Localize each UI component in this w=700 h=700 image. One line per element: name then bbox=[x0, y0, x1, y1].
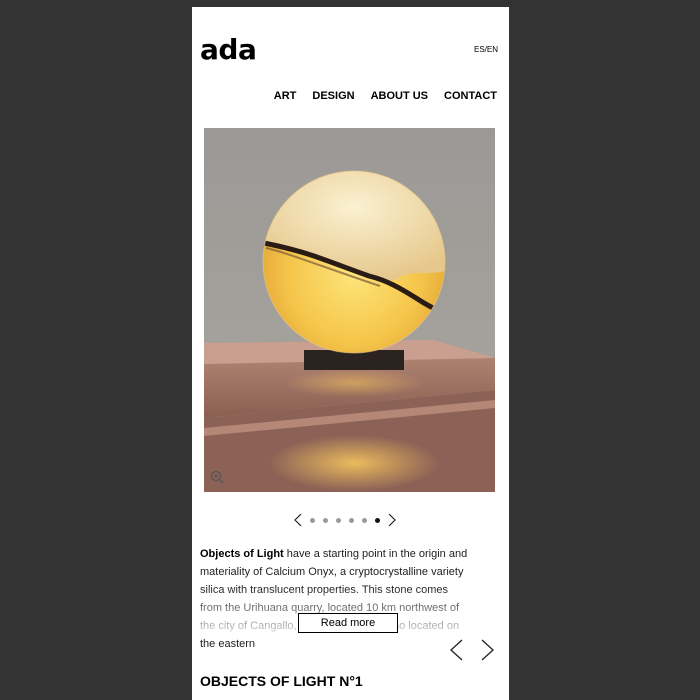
nav-item-about-us[interactable]: ABOUT US bbox=[371, 90, 428, 102]
carousel-dot[interactable] bbox=[310, 517, 315, 523]
carousel-controls bbox=[292, 513, 398, 527]
description-body: have a starting point in the origin and … bbox=[200, 548, 468, 650]
zoom-icon[interactable] bbox=[210, 470, 224, 484]
description-text: Objects of Light have a starting point i… bbox=[200, 545, 470, 653]
nav-item-contact[interactable]: CONTACT bbox=[444, 90, 497, 102]
nav-item-design[interactable]: DESIGN bbox=[312, 90, 354, 102]
carousel-dot-active[interactable] bbox=[375, 517, 380, 523]
onyx-lamp-photo bbox=[204, 128, 495, 492]
site-logo[interactable]: ada bbox=[200, 33, 257, 66]
carousel-next-icon[interactable] bbox=[386, 513, 398, 527]
language-switch[interactable]: ES/EN bbox=[474, 45, 498, 54]
hero-image[interactable] bbox=[204, 128, 495, 492]
carousel-dot[interactable] bbox=[336, 517, 341, 523]
read-more-button[interactable]: Read more bbox=[298, 613, 398, 633]
mobile-page: ada ES/EN ART DESIGN ABOUT US CONTACT Ob… bbox=[192, 7, 509, 700]
description-lead: Objects of Light bbox=[200, 548, 284, 560]
carousel-dot[interactable] bbox=[349, 517, 354, 523]
nav-item-art[interactable]: ART bbox=[274, 90, 297, 102]
prev-arrow-icon[interactable] bbox=[448, 639, 464, 661]
carousel-dot[interactable] bbox=[362, 517, 367, 523]
carousel-dots bbox=[310, 517, 380, 523]
carousel-dot[interactable] bbox=[323, 517, 328, 523]
section-title: OBJECTS OF LIGHT N°1 bbox=[200, 673, 363, 689]
next-arrow-icon[interactable] bbox=[480, 639, 496, 661]
carousel-prev-icon[interactable] bbox=[292, 513, 304, 527]
main-nav: ART DESIGN ABOUT US CONTACT bbox=[274, 90, 497, 102]
